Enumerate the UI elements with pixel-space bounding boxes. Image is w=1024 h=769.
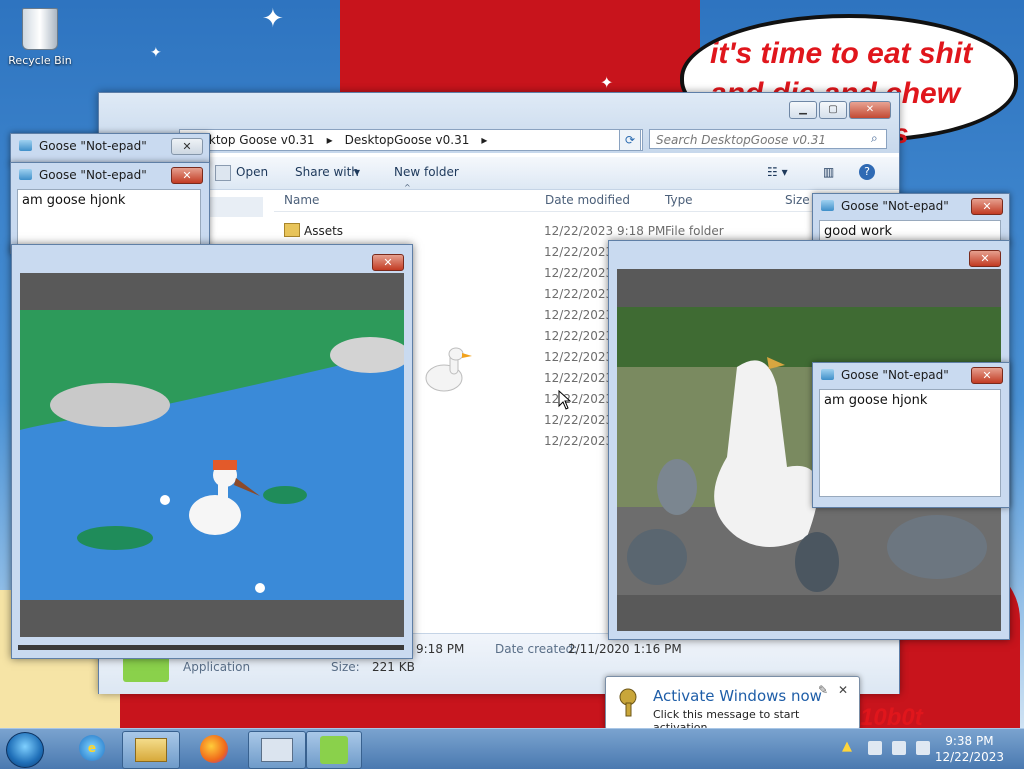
column-size[interactable]: Size [785, 193, 810, 207]
firefox-icon [200, 735, 228, 763]
start-orb-icon[interactable] [6, 732, 44, 768]
breadcrumb-separator: ▸ [326, 133, 333, 147]
column-date-modified[interactable]: Date modified [545, 193, 630, 207]
preview-pane-icon[interactable]: ▥ [823, 165, 834, 179]
taskbar-firefox[interactable] [186, 731, 242, 767]
command-bar: Open Share with ▾ New folder ☷ ▾ ▥ ? [99, 157, 899, 190]
recycle-bin-shortcut[interactable]: Recycle Bin [6, 8, 74, 67]
notepad-title: Goose "Not-epad" [841, 368, 949, 382]
goose-sprite[interactable] [416, 346, 476, 396]
media-icon [261, 738, 293, 762]
close-button[interactable]: ✕ [849, 101, 891, 119]
details-modified: 9:18 PM [416, 642, 465, 656]
notepad-title: Goose "Not-epad" [39, 168, 147, 182]
action-center-icon[interactable] [868, 741, 882, 755]
open-button[interactable]: Open [236, 165, 268, 179]
notepad-icon [19, 169, 32, 180]
breadcrumb-current[interactable]: DesktopGoose v0.31 [339, 133, 476, 147]
close-icon[interactable]: ✕ [838, 683, 848, 697]
sparkle-icon: ✦ [150, 45, 162, 61]
notepad-text-area[interactable]: good work [819, 220, 1001, 242]
activation-title[interactable]: Activate Windows now [653, 687, 822, 705]
goose-icon [320, 736, 348, 764]
notepad-window: Goose "Not-epad" ✕ good work [812, 193, 1010, 245]
explorer-frame: ▁ ▢ ✕ Desktop Goose v0.31 ▸ DesktopGoose… [99, 93, 899, 153]
details-created-label: Date created: [495, 642, 578, 656]
options-icon[interactable]: ✎ [818, 683, 828, 697]
video-frame [20, 273, 404, 637]
close-button[interactable]: ✕ [372, 254, 404, 271]
recycle-bin-label: Recycle Bin [8, 54, 72, 67]
minimize-button[interactable]: ▁ [789, 101, 817, 119]
column-type[interactable]: Type [665, 193, 693, 207]
activation-notification[interactable]: Activate Windows now Click this message … [605, 676, 860, 734]
close-button[interactable]: ✕ [171, 138, 203, 155]
breadcrumb-separator: ▸ [481, 133, 488, 147]
refresh-icon[interactable]: ⟳ [619, 129, 641, 151]
notepad-text-area[interactable]: am goose hjonk [17, 189, 201, 249]
notepad-icon [821, 200, 834, 211]
share-with-button[interactable]: Share with [295, 165, 359, 179]
view-options-icon[interactable]: ☷ ▾ [767, 165, 788, 179]
taskbar: e ▲ 9:38 PM 12/22/2023 [0, 728, 1024, 769]
wallpaper-text: 10b0t [860, 704, 923, 728]
system-clock[interactable]: 9:38 PM 12/22/2023 [935, 733, 1004, 765]
column-headers: Name ^ Date modified Type Size [274, 183, 899, 212]
clock-date: 12/22/2023 [934, 750, 1004, 764]
notepad-title: Goose "Not-epad" [841, 199, 949, 213]
file-type: File folder [665, 224, 724, 238]
notepad-icon [821, 369, 834, 380]
file-name: Assets [304, 224, 344, 238]
taskbar-explorer[interactable] [122, 731, 180, 769]
address-bar[interactable]: Desktop Goose v0.31 ▸ DesktopGoose v0.31… [179, 129, 643, 151]
notepad-title: Goose "Not-epad" [39, 139, 147, 153]
close-button[interactable]: ✕ [971, 367, 1003, 384]
close-button[interactable]: ✕ [971, 198, 1003, 215]
help-icon[interactable]: ? [859, 164, 875, 180]
taskbar-media[interactable] [248, 731, 306, 769]
folder-icon [284, 223, 300, 237]
taskbar-goose[interactable] [306, 731, 362, 769]
column-name[interactable]: Name [284, 193, 319, 207]
maximize-button[interactable]: ▢ [819, 101, 847, 119]
window-controls: ▁ ▢ ✕ [789, 101, 891, 119]
nav-pane-item[interactable] [209, 197, 263, 217]
sort-arrow-icon: ^ [404, 183, 411, 192]
new-folder-button[interactable]: New folder [394, 165, 459, 179]
recycle-bin-icon [22, 8, 58, 50]
notepad-icon [19, 140, 32, 151]
open-icon [215, 165, 231, 181]
file-date: 12/22/2023 9:18 PM [544, 224, 666, 238]
ie-icon: e [79, 735, 105, 761]
video-window-left: ✕ [11, 244, 413, 659]
details-size: 221 KB [372, 660, 415, 674]
sparkle-icon: ✦ [262, 4, 284, 34]
details-size-label: Size: [331, 660, 360, 674]
details-type: Application [183, 660, 251, 674]
key-icon [618, 687, 644, 717]
close-button[interactable]: ✕ [171, 167, 203, 184]
clock-time: 9:38 PM [945, 734, 994, 748]
mouse-cursor [558, 390, 572, 410]
search-input[interactable]: Search DesktopGoose v0.31 [649, 129, 887, 149]
close-button[interactable]: ✕ [969, 250, 1001, 267]
notepad-text-area[interactable]: am goose hjonk [819, 389, 1001, 497]
taskbar-ie[interactable]: e [64, 731, 120, 767]
goose-game-video [20, 310, 404, 600]
details-created: 2/11/2020 1:16 PM [568, 642, 682, 656]
show-hidden-icons[interactable]: ▲ [842, 739, 852, 754]
chevron-down-icon[interactable]: ▾ [354, 165, 360, 179]
network-icon[interactable] [892, 741, 906, 755]
explorer-icon [135, 738, 167, 762]
notepad-window-back: Goose "Not-epad" ✕ [10, 133, 210, 165]
file-row[interactable]: Assets 12/22/2023 9:18 PM File folder [274, 220, 899, 241]
volume-icon[interactable] [916, 741, 930, 755]
notepad-window: Goose "Not-epad" ✕ am goose hjonk [812, 362, 1010, 508]
notepad-window: Goose "Not-epad" ✕ am goose hjonk [10, 162, 210, 254]
video-progress-bar[interactable] [18, 645, 404, 650]
search-icon[interactable]: ⌕ [871, 131, 878, 146]
